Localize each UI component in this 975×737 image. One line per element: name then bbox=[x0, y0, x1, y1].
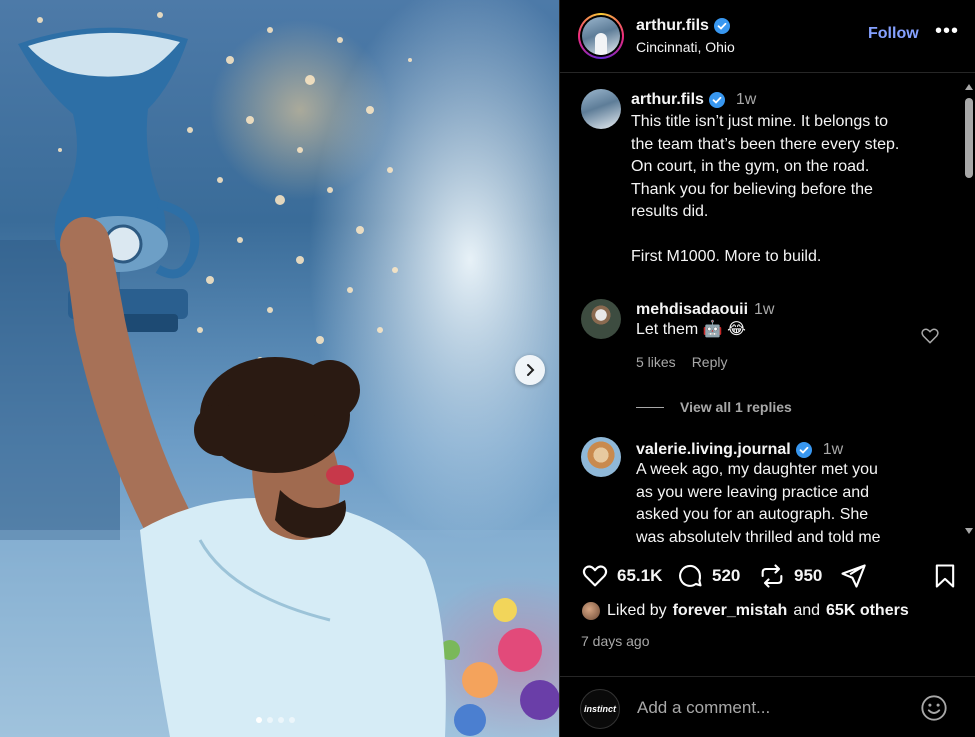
viewer-avatar[interactable]: instinct bbox=[580, 689, 620, 729]
comment-action[interactable]: 520 bbox=[676, 562, 740, 590]
like-action[interactable]: 65.1K bbox=[581, 562, 662, 590]
verified-icon bbox=[713, 18, 730, 34]
caption-block: arthur.fils 1w This title isn’t just min… bbox=[631, 91, 899, 268]
comment-likes[interactable]: 5 likes bbox=[636, 354, 676, 370]
liker-username[interactable]: forever_mistah bbox=[673, 602, 788, 620]
chevron-right-icon bbox=[527, 364, 535, 376]
liked-by: Liked by forever_mistah and 65K others bbox=[581, 601, 909, 621]
save-icon[interactable] bbox=[931, 562, 959, 590]
comments-count[interactable]: 520 bbox=[712, 566, 740, 586]
post-photo[interactable] bbox=[0, 0, 559, 737]
likes-others[interactable]: 65K others bbox=[826, 602, 909, 620]
liker-avatar[interactable] bbox=[581, 601, 601, 621]
commenter-avatar[interactable] bbox=[581, 299, 621, 339]
commenter-avatar[interactable] bbox=[581, 437, 621, 477]
comment-composer: instinct bbox=[560, 676, 975, 737]
add-comment-input[interactable] bbox=[637, 698, 897, 718]
scroll-down-icon[interactable] bbox=[965, 528, 973, 534]
carousel-dot[interactable] bbox=[278, 717, 284, 723]
more-icon[interactable]: ••• bbox=[935, 20, 959, 43]
post-header: arthur.fils Cincinnati, Ohio Follow ••• bbox=[560, 0, 975, 73]
comment-text: A week ago, my daughter met you as you w… bbox=[636, 461, 881, 542]
carousel-dot[interactable] bbox=[267, 717, 273, 723]
scroll-up-icon[interactable] bbox=[965, 84, 973, 90]
comments-scrollbar[interactable] bbox=[961, 74, 975, 542]
heart-icon[interactable] bbox=[581, 562, 609, 590]
carousel-dot[interactable] bbox=[289, 717, 295, 723]
caption-avatar[interactable] bbox=[581, 89, 621, 129]
comment-author[interactable]: valerie.living.journal bbox=[636, 441, 791, 459]
comments-list[interactable]: arthur.fils 1w This title isn’t just min… bbox=[560, 74, 961, 542]
scroll-thumb[interactable] bbox=[965, 98, 973, 178]
view-replies[interactable]: View all 1 replies bbox=[636, 399, 792, 415]
follow-button[interactable]: Follow bbox=[868, 25, 919, 43]
caption-time[interactable]: 1w bbox=[736, 91, 756, 109]
author-avatar[interactable] bbox=[578, 13, 624, 59]
caption-text: This title isn’t just mine. It belongs t… bbox=[631, 113, 900, 265]
reposts-count[interactable]: 950 bbox=[794, 566, 822, 586]
reply-button[interactable]: Reply bbox=[692, 354, 728, 370]
comment-time[interactable]: 1w bbox=[823, 441, 843, 459]
likes-count[interactable]: 65.1K bbox=[617, 566, 662, 586]
verified-icon bbox=[795, 442, 812, 458]
next-slide-button[interactable] bbox=[515, 355, 545, 385]
verified-icon bbox=[708, 92, 725, 108]
caption-author[interactable]: arthur.fils bbox=[631, 91, 704, 109]
comment-block: mehdisadaouii 1w Let them 🤖 😂 5 likes Re… bbox=[636, 301, 774, 370]
repost-icon[interactable] bbox=[758, 562, 786, 590]
action-bar: 65.1K 520 950 bbox=[560, 556, 975, 596]
carousel-dots bbox=[256, 717, 295, 723]
comment-time[interactable]: 1w bbox=[754, 301, 774, 319]
post-date[interactable]: 7 days ago bbox=[581, 633, 650, 649]
comment-text: Let them 🤖 😂 bbox=[636, 321, 746, 338]
repost-action[interactable]: 950 bbox=[758, 562, 822, 590]
comment-icon[interactable] bbox=[676, 562, 704, 590]
comment-block: valerie.living.journal 1w A week ago, my… bbox=[636, 441, 881, 542]
post-side-panel: arthur.fils Cincinnati, Ohio Follow ••• … bbox=[559, 0, 975, 737]
replies-divider bbox=[636, 406, 664, 408]
player-image bbox=[60, 217, 446, 737]
heart-icon[interactable] bbox=[920, 326, 940, 346]
emoji-icon[interactable] bbox=[920, 694, 948, 722]
share-icon[interactable] bbox=[839, 562, 867, 590]
carousel-dot[interactable] bbox=[256, 717, 262, 723]
comment-author[interactable]: mehdisadaouii bbox=[636, 301, 748, 319]
post-location[interactable]: Cincinnati, Ohio bbox=[636, 39, 735, 55]
author-username[interactable]: arthur.fils bbox=[636, 17, 709, 35]
